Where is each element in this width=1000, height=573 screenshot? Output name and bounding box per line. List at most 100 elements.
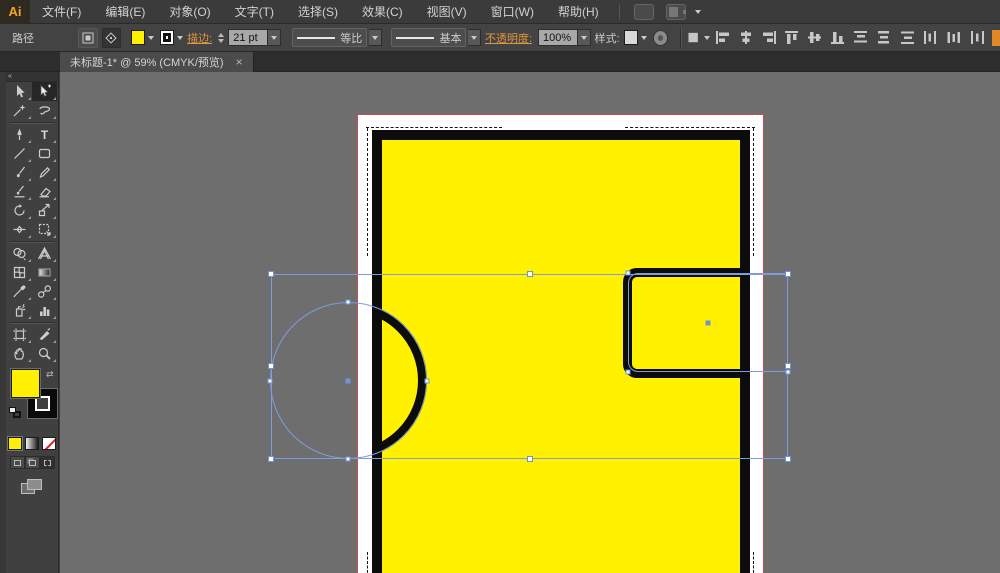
align-bottom-icon[interactable]	[828, 28, 849, 48]
scale-tool[interactable]	[32, 201, 57, 220]
menu-edit[interactable]: 编辑(E)	[93, 0, 157, 24]
gradient-mode-button[interactable]	[25, 437, 39, 450]
eraser-tool[interactable]	[32, 182, 57, 201]
anchor-circle-right[interactable]	[424, 378, 430, 384]
rectangle-tool[interactable]	[32, 144, 57, 163]
bounding-box-icon[interactable]	[78, 27, 98, 48]
color-wheel-icon[interactable]	[653, 29, 669, 46]
panel-collapse-button[interactable]: «	[6, 72, 58, 82]
line-tool[interactable]	[7, 144, 32, 163]
style-swatch[interactable]	[623, 30, 639, 45]
distribute-top-icon[interactable]	[851, 28, 872, 48]
workspace-switcher-icon[interactable]	[665, 3, 686, 20]
align-right-icon[interactable]	[759, 28, 780, 48]
gradient-tool[interactable]	[32, 263, 57, 282]
opacity-caret[interactable]	[578, 29, 591, 46]
handle-top-right[interactable]	[785, 271, 791, 277]
shape-builder-tool[interactable]	[7, 244, 32, 263]
align-vmiddle-icon[interactable]	[805, 28, 826, 48]
profile-caret[interactable]	[369, 29, 382, 46]
artboard-tool[interactable]	[7, 325, 32, 344]
anchor-rect-top-left[interactable]	[625, 270, 631, 276]
opacity-panel-link[interactable]: 不透明度:	[485, 30, 532, 46]
stroke-weight-stepper[interactable]	[218, 30, 225, 46]
handle-bottom-mid[interactable]	[527, 456, 533, 462]
type-tool[interactable]: T	[32, 125, 57, 144]
draw-inside-button[interactable]	[39, 456, 55, 469]
blend-tool[interactable]	[32, 282, 57, 301]
draw-normal-button[interactable]	[9, 456, 25, 469]
free-transform-tool[interactable]	[32, 220, 57, 239]
anchor-diamond-icon[interactable]	[101, 27, 121, 48]
pencil-tool[interactable]	[32, 163, 57, 182]
swap-fill-stroke-icon[interactable]: ⇄	[46, 369, 54, 380]
canvas-pasteboard[interactable]	[60, 72, 1000, 573]
brush-caret[interactable]	[468, 29, 481, 46]
width-profile-select[interactable]: 等比	[292, 28, 368, 47]
brush-definition-select[interactable]: 基本	[391, 28, 467, 47]
handle-left-mid[interactable]	[268, 363, 274, 369]
selection-tool[interactable]	[7, 82, 32, 101]
style-caret-icon[interactable]	[641, 36, 648, 43]
stroke-caret-icon[interactable]	[177, 36, 184, 43]
menu-view[interactable]: 视图(V)	[415, 0, 479, 24]
handle-right-mid[interactable]	[785, 363, 791, 369]
fill-swatch-indicator[interactable]	[11, 369, 40, 398]
align-options-icon[interactable]	[688, 28, 711, 48]
handle-top-mid[interactable]	[527, 271, 533, 277]
perspective-grid-tool[interactable]	[32, 244, 57, 263]
stroke-weight-caret[interactable]	[268, 29, 281, 46]
zoom-tool[interactable]	[32, 344, 57, 363]
rotate-tool[interactable]	[7, 201, 32, 220]
handle-bottom-right[interactable]	[785, 456, 791, 462]
stroke-panel-link[interactable]: 描边:	[187, 30, 212, 46]
menu-help[interactable]: 帮助(H)	[546, 0, 611, 24]
menu-file[interactable]: 文件(F)	[30, 0, 93, 24]
menu-select[interactable]: 选择(S)	[286, 0, 350, 24]
distribute-vcenter-icon[interactable]	[874, 28, 895, 48]
distribute-bottom-icon[interactable]	[897, 28, 918, 48]
screen-mode-icon[interactable]	[21, 479, 43, 495]
fill-caret-icon[interactable]	[147, 36, 154, 43]
distribute-left-icon[interactable]	[920, 28, 941, 48]
magic-wand-tool[interactable]	[7, 101, 32, 120]
pen-tool[interactable]	[7, 125, 32, 144]
handle-bottom-left[interactable]	[268, 456, 274, 462]
anchor-circle-bottom[interactable]	[345, 456, 351, 462]
column-graph-tool[interactable]	[32, 301, 57, 320]
align-top-icon[interactable]	[782, 28, 803, 48]
eyedropper-tool[interactable]	[7, 282, 32, 301]
anchor-circle-top[interactable]	[345, 299, 351, 305]
default-fill-stroke-icon[interactable]	[9, 407, 21, 418]
width-tool[interactable]	[7, 220, 32, 239]
opacity-input[interactable]: 100%	[538, 29, 579, 46]
paintbrush-tool[interactable]	[7, 163, 32, 182]
stroke-color-swatch[interactable]	[159, 30, 175, 45]
close-icon[interactable]: ×	[236, 55, 243, 69]
hand-tool[interactable]	[7, 344, 32, 363]
mesh-tool[interactable]	[7, 263, 32, 282]
menu-object[interactable]: 对象(O)	[157, 0, 222, 24]
menu-window[interactable]: 窗口(W)	[479, 0, 546, 24]
anchor-rect-bottom-left[interactable]	[625, 369, 631, 375]
bridge-icon[interactable]	[633, 3, 654, 20]
lasso-tool[interactable]	[32, 101, 57, 120]
none-mode-button[interactable]	[42, 437, 56, 450]
direct-selection-tool[interactable]	[32, 82, 57, 101]
stroke-weight-input[interactable]: 21 pt	[228, 29, 269, 46]
handle-top-left[interactable]	[268, 271, 274, 277]
menu-type[interactable]: 文字(T)	[223, 0, 286, 24]
menu-effect[interactable]: 效果(C)	[350, 0, 415, 24]
distribute-right-icon[interactable]	[966, 28, 987, 48]
blob-brush-tool[interactable]	[7, 182, 32, 201]
slice-tool[interactable]	[32, 325, 57, 344]
document-tab[interactable]: 未标题-1* @ 59% (CMYK/预览) ×	[60, 52, 254, 72]
color-mode-button[interactable]	[8, 437, 22, 450]
align-left-icon[interactable]	[712, 28, 733, 48]
draw-behind-button[interactable]	[24, 456, 40, 469]
distribute-hcenter-icon[interactable]	[943, 28, 964, 48]
fill-color-swatch[interactable]	[130, 30, 145, 45]
anchor-rect-bottom-right[interactable]	[785, 369, 791, 375]
align-hcenter-icon[interactable]	[735, 28, 756, 48]
symbol-sprayer-tool[interactable]	[7, 301, 32, 320]
